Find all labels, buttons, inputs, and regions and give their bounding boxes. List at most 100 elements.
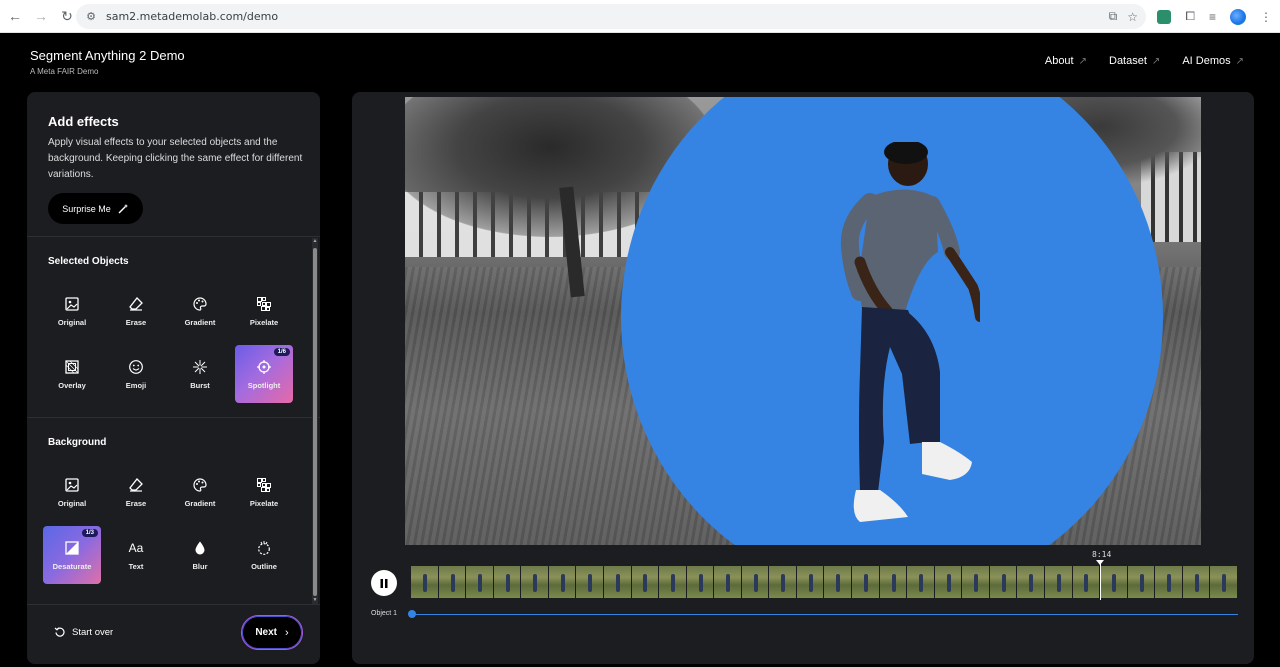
pause-button[interactable] — [371, 570, 397, 596]
filmstrip-frame[interactable] — [631, 566, 660, 598]
effect-emoji-button[interactable]: Emoji — [107, 345, 165, 403]
external-arrow-icon: ↗ — [1078, 55, 1087, 67]
filmstrip-frame[interactable] — [796, 566, 825, 598]
start-over-button[interactable]: Start over — [54, 626, 113, 638]
variation-badge: 1/6 — [273, 348, 290, 356]
surprise-me-button[interactable]: Surprise Me — [48, 193, 143, 224]
restart-icon — [54, 627, 65, 637]
reload-icon[interactable]: ↻ — [56, 5, 78, 27]
nav-ai-demos-link[interactable]: AI Demos ↗ — [1182, 55, 1244, 67]
filmstrip-frame[interactable] — [466, 566, 494, 598]
bg-original-button[interactable]: Original — [43, 463, 101, 521]
text-icon: Aa — [128, 540, 144, 555]
effect-original-button[interactable]: Original — [43, 282, 101, 340]
filmstrip-frame[interactable] — [824, 566, 852, 598]
filmstrip-frame[interactable] — [934, 566, 963, 598]
image-icon — [65, 296, 79, 311]
effect-erase-button[interactable]: Erase — [107, 282, 165, 340]
filmstrip-frame[interactable] — [686, 566, 715, 598]
nav-about-link[interactable]: About ↗ — [1045, 55, 1087, 67]
filmstrip-frame[interactable] — [989, 566, 1018, 598]
filmstrip-frame[interactable] — [576, 566, 604, 598]
profile-avatar[interactable] — [1230, 8, 1246, 25]
desaturate-icon — [65, 540, 79, 555]
filmstrip[interactable] — [411, 566, 1238, 598]
playhead-handle[interactable] — [1096, 560, 1104, 565]
nav-about-label: About — [1044, 55, 1074, 67]
filmstrip-frame[interactable] — [1182, 566, 1211, 598]
filmstrip-frame[interactable] — [1017, 566, 1045, 598]
browser-toolbar: ← → ↻ ⚙ sam2.metademolab.com/demo ⧉ ☆ ⧠ … — [0, 0, 1280, 33]
effect-label: Desaturate — [52, 561, 92, 571]
filmstrip-frame[interactable] — [962, 566, 990, 598]
effect-label: Outline — [251, 561, 277, 571]
filmstrip-frame[interactable] — [1100, 566, 1128, 598]
scrollbar-thumb[interactable] — [313, 248, 317, 596]
effect-overlay-button[interactable]: Overlay — [43, 345, 101, 403]
effect-label: Pixelate — [249, 498, 279, 508]
filmstrip-frame[interactable] — [769, 566, 797, 598]
filmstrip-frame[interactable] — [714, 566, 742, 598]
bg-outline-button[interactable]: Outline — [235, 526, 293, 584]
effect-label: Burst — [190, 380, 210, 390]
emoji-icon — [129, 359, 143, 374]
filmstrip-frame[interactable] — [1127, 566, 1156, 598]
effect-pixelate-button[interactable]: Pixelate — [235, 282, 293, 340]
filmstrip-frame[interactable] — [1155, 566, 1183, 598]
filmstrip-frame[interactable] — [493, 566, 522, 598]
effect-label: Blur — [192, 561, 208, 571]
surprise-me-label: Surprise Me — [62, 203, 111, 214]
bg-text-button[interactable]: Aa Text — [107, 526, 165, 584]
filmstrip-frame[interactable] — [521, 566, 549, 598]
bg-pixelate-button[interactable]: Pixelate — [235, 463, 293, 521]
effects-panel: Add effects Apply visual effects to your… — [27, 92, 320, 664]
bg-blur-button[interactable]: Blur — [171, 526, 229, 584]
effect-gradient-button[interactable]: Gradient — [171, 282, 229, 340]
outline-icon — [258, 540, 270, 555]
filmstrip-frame[interactable] — [907, 566, 935, 598]
bg-gradient-button[interactable]: Gradient — [171, 463, 229, 521]
effect-burst-button[interactable]: Burst — [171, 345, 229, 403]
effect-spotlight-button[interactable]: 1/6 Spotlight — [235, 345, 293, 403]
filmstrip-frame[interactable] — [879, 566, 908, 598]
object-track-line — [411, 614, 1238, 615]
address-bar[interactable]: ⚙ sam2.metademolab.com/demo ⧉ ☆ — [76, 4, 1146, 29]
effect-label: Emoji — [125, 380, 147, 390]
translate-icon[interactable]: ⧉ — [1109, 9, 1118, 24]
filmstrip-frame[interactable] — [438, 566, 467, 598]
scroll-up-arrow-icon[interactable]: ▲ — [312, 238, 318, 246]
segmented-person[interactable] — [810, 142, 980, 532]
timecode: 8:14 — [1092, 550, 1112, 559]
filmstrip-frame[interactable] — [1044, 566, 1073, 598]
effect-label: Overlay — [58, 380, 86, 390]
filmstrip-frame[interactable] — [1072, 566, 1101, 598]
background-grid: Original Erase Gradient Pixelate 1/3 Des… — [27, 448, 320, 584]
filmstrip-frame[interactable] — [852, 566, 880, 598]
video-frame[interactable] — [405, 97, 1201, 545]
playhead[interactable] — [1100, 562, 1101, 600]
forward-icon[interactable]: → — [30, 5, 52, 27]
filmstrip-frame[interactable] — [741, 566, 770, 598]
nav-dataset-link[interactable]: Dataset ↗ — [1109, 55, 1160, 67]
filmstrip-frame[interactable] — [1210, 566, 1238, 598]
filmstrip-frame[interactable] — [659, 566, 687, 598]
palette-icon — [193, 296, 207, 311]
effect-label: Original — [57, 498, 87, 508]
nav-dataset-label: Dataset — [1109, 55, 1147, 67]
menu-icon[interactable]: ⋮ — [1260, 10, 1272, 24]
filmstrip-frame[interactable] — [548, 566, 577, 598]
bg-desaturate-button[interactable]: 1/3 Desaturate — [43, 526, 101, 584]
object-track-keyframe[interactable] — [408, 610, 416, 618]
overlay-icon — [65, 359, 79, 374]
next-button[interactable]: Next › — [241, 615, 303, 650]
back-icon[interactable]: ← — [4, 5, 26, 27]
extensions-puzzle-icon[interactable]: ⧠ — [1185, 9, 1195, 24]
bg-erase-button[interactable]: Erase — [107, 463, 165, 521]
url-text[interactable]: sam2.metademolab.com/demo — [106, 10, 278, 23]
bookmark-star-icon[interactable]: ☆ — [1127, 10, 1138, 24]
filmstrip-frame[interactable] — [411, 566, 439, 598]
filmstrip-frame[interactable] — [603, 566, 632, 598]
site-info-icon[interactable]: ⚙ — [84, 10, 98, 24]
media-control-icon[interactable]: ≡ — [1209, 10, 1216, 24]
extension-icon[interactable] — [1157, 9, 1172, 24]
